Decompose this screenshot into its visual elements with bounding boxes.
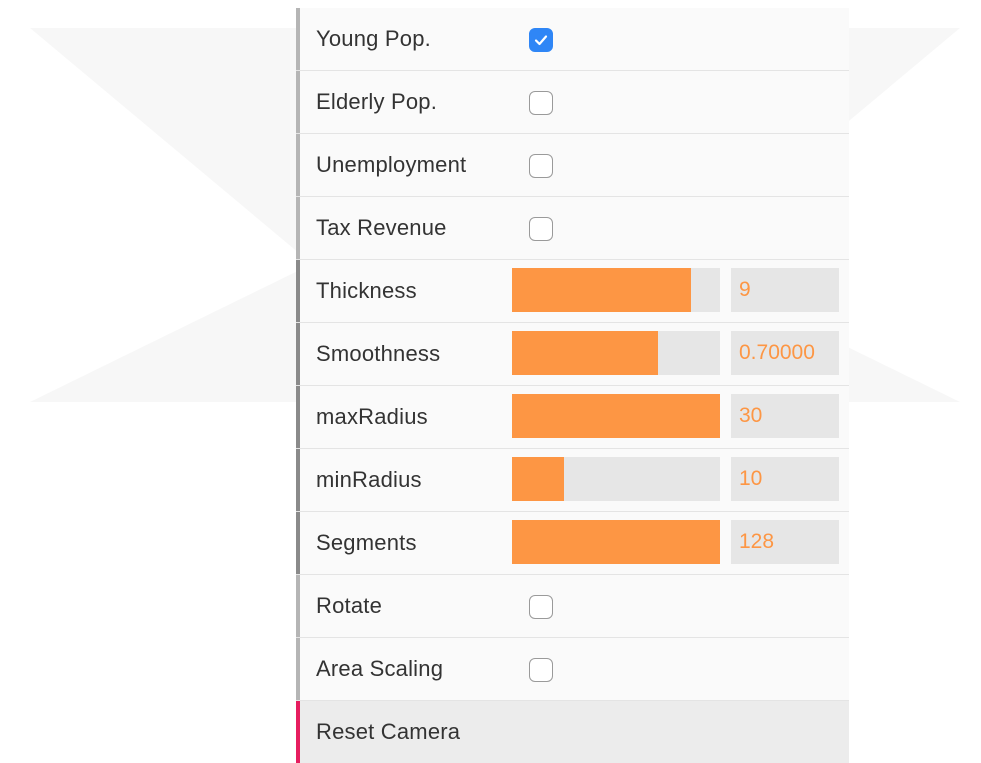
min-radius-row: minRadius 10 — [296, 449, 849, 512]
segments-value-input[interactable]: 128 — [731, 520, 839, 564]
row-accent-bar — [296, 386, 300, 448]
row-accent-bar — [296, 260, 300, 322]
row-accent-bar — [296, 575, 300, 637]
thickness-slider[interactable] — [512, 268, 720, 312]
area-scaling-label: Area Scaling — [316, 656, 444, 681]
area-scaling-row: Area Scaling — [296, 638, 849, 701]
rotate-label: Rotate — [316, 593, 383, 618]
thickness-value: 9 — [739, 278, 751, 301]
elderly-pop-checkbox[interactable] — [529, 91, 553, 115]
min-radius-label: minRadius — [316, 467, 422, 492]
rotate-row: Rotate — [296, 575, 849, 638]
slider-fill — [512, 394, 720, 438]
max-radius-label: maxRadius — [316, 404, 428, 429]
tax-revenue-row: Tax Revenue — [296, 197, 849, 260]
unemployment-row: Unemployment — [296, 134, 849, 197]
row-accent-bar — [296, 197, 300, 259]
row-accent-bar — [296, 323, 300, 385]
row-accent-bar — [296, 134, 300, 196]
max-radius-slider[interactable] — [512, 394, 720, 438]
young-pop-label: Young Pop. — [316, 26, 431, 51]
tax-revenue-label: Tax Revenue — [316, 215, 447, 240]
segments-label: Segments — [316, 530, 417, 555]
unemployment-checkbox[interactable] — [529, 154, 553, 178]
row-accent-bar — [296, 449, 300, 511]
smoothness-slider[interactable] — [512, 331, 720, 375]
reset-camera-button[interactable]: Reset Camera — [296, 701, 849, 763]
checkmark-icon — [534, 35, 548, 46]
segments-value: 128 — [739, 530, 775, 553]
smoothness-value: 0.70000 — [739, 341, 815, 364]
slider-fill — [512, 331, 658, 375]
min-radius-value: 10 — [739, 467, 763, 490]
unemployment-label: Unemployment — [316, 152, 467, 177]
smoothness-value-input[interactable]: 0.70000 — [731, 331, 839, 375]
max-radius-value-input[interactable]: 30 — [731, 394, 839, 438]
elderly-pop-label: Elderly Pop. — [316, 89, 438, 114]
max-radius-value: 30 — [739, 404, 763, 427]
area-scaling-checkbox[interactable] — [529, 658, 553, 682]
row-accent-bar — [296, 638, 300, 700]
smoothness-label: Smoothness — [316, 341, 441, 366]
segments-row: Segments 128 — [296, 512, 849, 575]
young-pop-row: Young Pop. — [296, 8, 849, 71]
row-accent-bar — [296, 701, 300, 763]
row-accent-bar — [296, 71, 300, 133]
min-radius-value-input[interactable]: 10 — [731, 457, 839, 501]
thickness-row: Thickness 9 — [296, 260, 849, 323]
thickness-value-input[interactable]: 9 — [731, 268, 839, 312]
slider-fill — [512, 268, 691, 312]
min-radius-slider[interactable] — [512, 457, 720, 501]
elderly-pop-row: Elderly Pop. — [296, 71, 849, 134]
max-radius-row: maxRadius 30 — [296, 386, 849, 449]
row-accent-bar — [296, 8, 300, 70]
smoothness-row: Smoothness 0.70000 — [296, 323, 849, 386]
segments-slider[interactable] — [512, 520, 720, 564]
app-stage: Young Pop. Elderly Pop. Unemployment Tax… — [0, 0, 981, 763]
rotate-checkbox[interactable] — [529, 595, 553, 619]
young-pop-checkbox[interactable] — [529, 28, 553, 52]
thickness-label: Thickness — [316, 278, 417, 303]
reset-camera-label: Reset Camera — [316, 719, 461, 744]
slider-fill — [512, 457, 564, 501]
tax-revenue-checkbox[interactable] — [529, 217, 553, 241]
row-accent-bar — [296, 512, 300, 574]
slider-fill — [512, 520, 720, 564]
controls-panel: Young Pop. Elderly Pop. Unemployment Tax… — [296, 8, 849, 763]
